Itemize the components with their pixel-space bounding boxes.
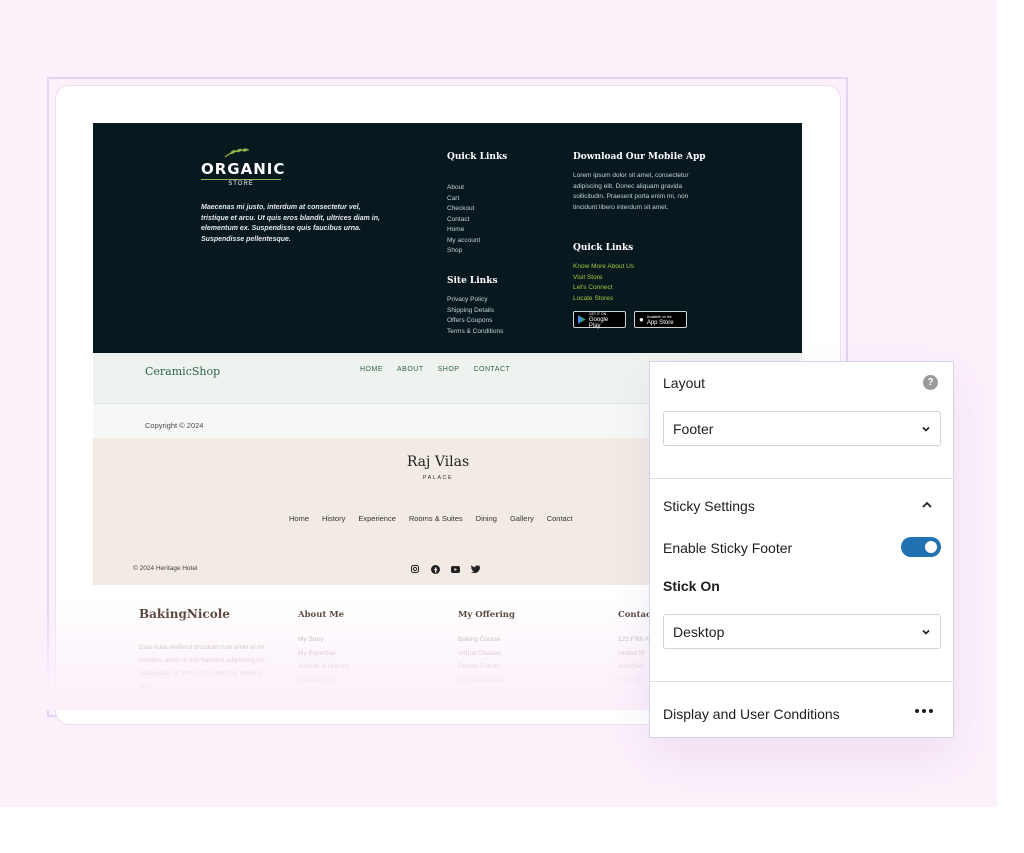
site-links-list: Privacy Policy Shipping Details Offers C…	[447, 295, 503, 337]
leaf-icon	[224, 148, 250, 158]
ceramic-copyright: Copyright © 2024	[145, 421, 204, 430]
quick-link-2[interactable]: Know More About Us	[573, 262, 634, 273]
apple-icon: ●	[639, 315, 644, 324]
offering-heading: My Offering	[458, 610, 515, 620]
baking-description: Duis nulla eleifend tincidunt cum amet i…	[139, 644, 266, 690]
quick-link[interactable]: About	[447, 183, 480, 194]
site-link[interactable]: Privacy Policy	[447, 295, 503, 306]
raj-nav-item[interactable]: Home	[289, 514, 309, 523]
organic-footer: ORGANIC STORE Maecenas mi justo, interdu…	[93, 123, 802, 353]
quick-links-list: About Cart Checkout Contact Home My acco…	[447, 183, 480, 257]
social-icons	[410, 564, 480, 574]
quick-link[interactable]: Cart	[447, 194, 480, 205]
app-store-button[interactable]: ● Available on the App Store	[634, 311, 687, 328]
site-link[interactable]: Shipping Details	[447, 306, 503, 317]
raj-nav-item[interactable]: Rooms & Suites	[409, 514, 463, 523]
ceramic-nav-item[interactable]: ABOUT	[397, 366, 424, 373]
help-icon[interactable]: ?	[923, 375, 938, 390]
more-options-icon[interactable]	[915, 709, 933, 713]
quick-links-2-list: Know More About Us Visit Store Let's Con…	[573, 262, 634, 304]
organic-logo-subtitle: STORE	[201, 179, 281, 187]
google-play-button[interactable]: GET IT ON Google Play	[573, 311, 626, 329]
about-heading: About Me	[298, 610, 345, 620]
raj-nav-item[interactable]: Dining	[476, 514, 497, 523]
panel-divider	[650, 681, 953, 682]
offering-link[interactable]: Baking Course	[458, 633, 502, 647]
quick-links-2-heading: Quick Links	[573, 243, 634, 253]
contact-line: 123 Fifth A	[618, 636, 650, 643]
layout-select-value: Footer	[673, 420, 714, 437]
sticky-settings-heading[interactable]: Sticky Settings	[663, 498, 755, 514]
conditions-heading[interactable]: Display and User Conditions	[663, 706, 840, 722]
layout-select[interactable]: Footer	[663, 411, 941, 446]
toggle-knob	[925, 541, 937, 553]
settings-panel: Layout ? Footer Sticky Settings Enable S…	[649, 361, 954, 738]
raj-nav-item[interactable]: Contact	[547, 514, 573, 523]
quick-link[interactable]: Home	[447, 225, 480, 236]
stick-on-heading: Stick On	[663, 578, 720, 594]
ceramic-nav: HOME ABOUT SHOP CONTACT	[360, 366, 510, 373]
organic-logo-title: ORGANIC	[201, 160, 286, 178]
quick-link[interactable]: Checkout	[447, 204, 480, 215]
layout-heading: Layout	[663, 375, 706, 391]
about-link[interactable]: My Story	[298, 633, 348, 647]
baking-logo[interactable]: BakingNicole	[139, 607, 230, 621]
play-icon	[578, 315, 586, 324]
chevron-down-icon	[922, 629, 930, 635]
raj-nav-item[interactable]: Experience	[358, 514, 396, 523]
chevron-down-icon	[922, 426, 930, 432]
instagram-icon[interactable]	[410, 564, 420, 574]
site-link[interactable]: Offers Coupons	[447, 316, 503, 327]
site-link[interactable]: Terms & Conditions	[447, 327, 503, 338]
about-list: My Story My Expertise Awards & Honors Ne…	[298, 633, 348, 687]
quick-link[interactable]: Contact	[447, 215, 480, 226]
raj-nav: Home History Experience Rooms & Suites D…	[289, 514, 573, 523]
app-heading: Download Our Mobile App	[573, 152, 706, 162]
facebook-icon[interactable]	[430, 564, 440, 574]
contact-list: 123 Fifth A United St mail@ex +01 - 23	[618, 633, 649, 687]
quick-link[interactable]: My account	[447, 236, 480, 247]
ceramic-nav-item[interactable]: SHOP	[438, 366, 460, 373]
quick-link-2[interactable]: Let's Connect	[573, 283, 634, 294]
twitter-icon[interactable]	[470, 564, 480, 574]
google-play-label: Google Play	[588, 316, 609, 329]
contact-heading: Contac	[618, 610, 652, 620]
raj-copyright: © 2024 Heritage Hotel	[133, 565, 198, 572]
offering-link[interactable]: Virtual Classes	[458, 647, 502, 661]
chevron-up-icon[interactable]	[921, 500, 933, 510]
about-link[interactable]: My Expertise	[298, 647, 348, 661]
contact-line: United St	[618, 649, 645, 657]
quick-links-heading: Quick Links	[447, 152, 508, 162]
organic-description: Maecenas mi justo, interdum at consectet…	[201, 204, 380, 243]
ceramic-nav-item[interactable]: HOME	[360, 366, 383, 373]
offering-list: Baking Course Virtual Classes Private Ev…	[458, 633, 502, 687]
contact-line: mail@ex	[618, 663, 644, 670]
raj-nav-item[interactable]: History	[322, 514, 345, 523]
stick-on-select-value: Desktop	[673, 623, 725, 640]
contact-line: +01 - 23	[618, 676, 643, 684]
offering-link[interactable]: Private Events	[458, 660, 502, 674]
raj-nav-item[interactable]: Gallery	[510, 514, 534, 523]
enable-sticky-toggle[interactable]	[901, 537, 941, 557]
quick-link-2[interactable]: Locate Stores	[573, 294, 634, 305]
panel-divider	[650, 478, 953, 479]
organic-logo[interactable]: ORGANIC STORE	[201, 148, 286, 187]
ceramic-logo[interactable]: CeramicShop	[145, 365, 220, 378]
quick-link[interactable]: Shop	[447, 246, 480, 257]
app-store-label: App Store	[646, 319, 674, 326]
ceramic-nav-item[interactable]: CONTACT	[473, 366, 510, 373]
site-links-heading: Site Links	[447, 276, 498, 286]
app-text: Lorem ipsum dolor sit amet, consectetur …	[573, 172, 689, 211]
youtube-icon[interactable]	[450, 564, 460, 574]
enable-sticky-label: Enable Sticky Footer	[663, 540, 793, 556]
stick-on-select[interactable]: Desktop	[663, 614, 941, 649]
app-store-small: Available on the	[646, 314, 672, 319]
about-link[interactable]: News & Blog	[298, 674, 348, 688]
offering-link[interactable]: Gift Certificates	[458, 674, 502, 688]
quick-link-2[interactable]: Visit Store	[573, 273, 634, 284]
about-link[interactable]: Awards & Honors	[298, 660, 348, 674]
